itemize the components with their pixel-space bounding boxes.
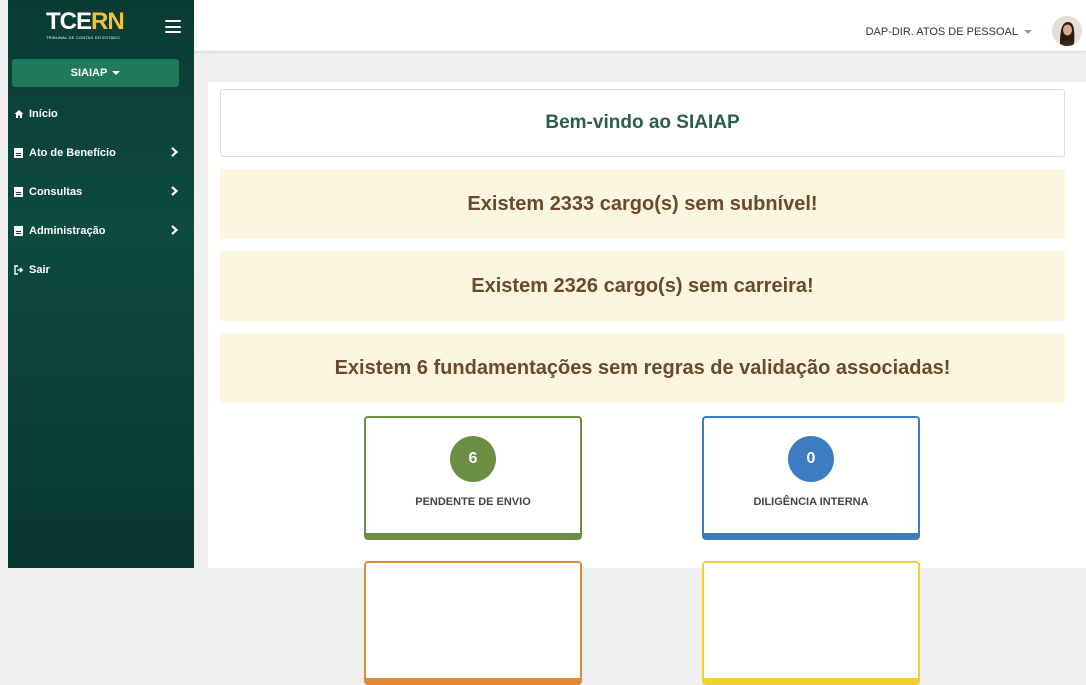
sidebar-menu: Início Ato de Benefício Consultas Admini…: [8, 94, 194, 289]
file-icon: [14, 225, 26, 236]
logo-subtitle: TRIBUNAL DE CONTAS DO ESTADO: [46, 35, 120, 40]
status-count-badge: 0: [788, 436, 834, 482]
caret-down-icon: [1024, 30, 1032, 34]
sidebar-item-consultas[interactable]: Consultas: [8, 172, 194, 211]
sidebar-item-label: Consultas: [29, 185, 83, 198]
status-card-label: DILIGÊNCIA INTERNA: [753, 496, 869, 508]
sidebar-item-inicio[interactable]: Início: [8, 94, 194, 133]
user-menu-dropdown[interactable]: DAP-DIR. ATOS DE PESSOAL: [866, 26, 1032, 38]
tce-rn-logo[interactable]: TCERN: [46, 10, 125, 34]
chevron-right-icon: [171, 224, 179, 238]
alert-cargos-sem-carreira: Existem 2326 cargo(s) sem carreira!: [220, 251, 1065, 321]
chevron-right-icon: [171, 185, 179, 199]
status-card-pendente-de-envio[interactable]: 6 PENDENTE DE ENVIO: [364, 416, 582, 540]
status-card-orange[interactable]: [364, 561, 582, 685]
user-menu-label: DAP-DIR. ATOS DE PESSOAL: [865, 26, 1018, 38]
status-card-label: PENDENTE DE ENVIO: [415, 496, 531, 508]
sidebar-header: TCERN TRIBUNAL DE CONTAS DO ESTADO: [8, 0, 194, 50]
top-bar: DAP-DIR. ATOS DE PESSOAL: [194, 0, 1086, 52]
file-icon: [14, 147, 26, 158]
menu-toggle-icon[interactable]: [165, 20, 181, 33]
sidebar-item-label: Início: [29, 107, 58, 120]
sidebar-item-label: Administração: [29, 224, 106, 237]
sidebar: TCERN TRIBUNAL DE CONTAS DO ESTADO SIAIA…: [8, 0, 194, 568]
app-selector-label: SIAIAP: [70, 67, 108, 79]
sidebar-item-ato-de-beneficio[interactable]: Ato de Benefício: [8, 133, 194, 172]
chevron-right-icon: [171, 146, 179, 160]
status-card-yellow[interactable]: [702, 561, 920, 685]
file-icon: [14, 186, 26, 197]
alert-cargos-sem-subnivel: Existem 2333 cargo(s) sem subnível!: [220, 169, 1065, 239]
alert-fundamentacoes-sem-regras: Existem 6 fundamentações sem regras de v…: [220, 333, 1065, 403]
sign-out-icon: [14, 264, 26, 275]
status-count-badge: 6: [450, 436, 496, 482]
sidebar-item-label: Sair: [29, 263, 50, 276]
caret-down-icon: [112, 71, 121, 75]
app-selector-button[interactable]: SIAIAP: [12, 59, 179, 87]
avatar[interactable]: [1052, 16, 1082, 46]
home-icon: [14, 109, 26, 119]
sidebar-item-administracao[interactable]: Administração: [8, 211, 194, 250]
sidebar-item-sair[interactable]: Sair: [8, 250, 194, 289]
welcome-title: Bem-vindo ao SIAIAP: [220, 89, 1065, 157]
main-content: Bem-vindo ao SIAIAP Existem 2333 cargo(s…: [208, 82, 1086, 685]
status-card-diligencia-interna[interactable]: 0 DILIGÊNCIA INTERNA: [702, 416, 920, 540]
sidebar-item-label: Ato de Benefício: [29, 146, 116, 159]
